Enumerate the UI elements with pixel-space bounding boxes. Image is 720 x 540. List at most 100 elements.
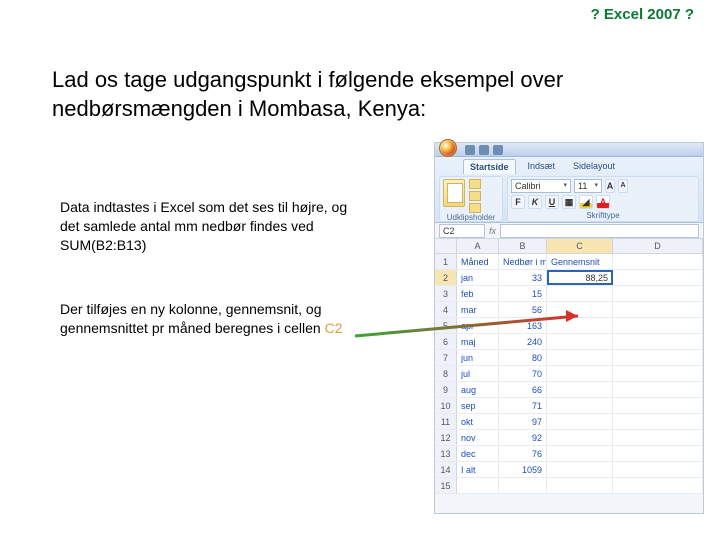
cell[interactable] [613, 334, 703, 349]
table-row[interactable]: 9 aug 66 [435, 382, 703, 398]
cell[interactable] [613, 430, 703, 445]
row-header[interactable]: 6 [435, 334, 457, 349]
cell[interactable]: jun [457, 350, 499, 365]
font-size-combo[interactable]: 11▾ [574, 179, 602, 193]
cell[interactable]: 1059 [499, 462, 547, 477]
row-header[interactable]: 4 [435, 302, 457, 317]
cell[interactable] [613, 478, 703, 493]
cell[interactable]: feb [457, 286, 499, 301]
cell[interactable] [613, 270, 703, 285]
row-header[interactable]: 7 [435, 350, 457, 365]
table-row[interactable]: 6 maj 240 [435, 334, 703, 350]
col-header-c[interactable]: C [547, 239, 613, 253]
cell[interactable] [547, 478, 613, 493]
row-header[interactable]: 3 [435, 286, 457, 301]
cell[interactable]: 240 [499, 334, 547, 349]
table-row[interactable]: 13 dec 76 [435, 446, 703, 462]
cell[interactable] [613, 254, 703, 269]
underline-button[interactable]: U [545, 195, 559, 209]
table-row[interactable]: 5 apr 163 [435, 318, 703, 334]
office-button[interactable] [439, 139, 457, 157]
table-row[interactable]: 11 okt 97 [435, 414, 703, 430]
table-row[interactable]: 14 I alt 1059 [435, 462, 703, 478]
cell[interactable] [547, 462, 613, 477]
cell[interactable] [547, 286, 613, 301]
cell[interactable] [547, 366, 613, 381]
table-row[interactable]: 15 [435, 478, 703, 494]
col-header-a[interactable]: A [457, 239, 499, 253]
cell[interactable] [499, 478, 547, 493]
table-row[interactable]: 2 jan 33 88,25 [435, 270, 703, 286]
cell[interactable]: 33 [499, 270, 547, 285]
cell[interactable]: 56 [499, 302, 547, 317]
row-header[interactable]: 1 [435, 254, 457, 269]
cell[interactable]: maj [457, 334, 499, 349]
qat-undo-icon[interactable] [479, 145, 489, 155]
table-row[interactable]: 1 Måned Nedbør i mm Gennemsnit [435, 254, 703, 270]
cell[interactable] [613, 286, 703, 301]
cell[interactable] [613, 350, 703, 365]
qat-redo-icon[interactable] [493, 145, 503, 155]
worksheet-grid[interactable]: A B C D 1 Måned Nedbør i mm Gennemsnit 2… [435, 239, 703, 494]
row-header[interactable]: 5 [435, 318, 457, 333]
cell[interactable]: Nedbør i mm [499, 254, 547, 269]
cell[interactable] [613, 318, 703, 333]
row-header[interactable]: 8 [435, 366, 457, 381]
row-header[interactable]: 11 [435, 414, 457, 429]
cell[interactable]: mar [457, 302, 499, 317]
grow-font-button[interactable]: A [605, 179, 615, 193]
cell[interactable]: okt [457, 414, 499, 429]
cell-c2-selected[interactable]: 88,25 [547, 270, 613, 285]
cell[interactable]: 71 [499, 398, 547, 413]
table-row[interactable]: 10 sep 71 [435, 398, 703, 414]
fill-color-button[interactable]: ◢ [579, 195, 593, 209]
cell[interactable] [457, 478, 499, 493]
col-header-b[interactable]: B [499, 239, 547, 253]
cell[interactable] [613, 366, 703, 381]
cell[interactable]: nov [457, 430, 499, 445]
paste-button[interactable] [443, 179, 465, 207]
cell[interactable]: aug [457, 382, 499, 397]
row-header[interactable]: 12 [435, 430, 457, 445]
cell[interactable]: apr [457, 318, 499, 333]
col-header-d[interactable]: D [613, 239, 703, 253]
cell[interactable] [547, 430, 613, 445]
format-painter-icon[interactable] [469, 203, 481, 213]
cut-icon[interactable] [469, 179, 481, 189]
row-header[interactable]: 15 [435, 478, 457, 493]
cell[interactable]: jul [457, 366, 499, 381]
cell[interactable]: 80 [499, 350, 547, 365]
cell[interactable] [547, 302, 613, 317]
cell[interactable]: 76 [499, 446, 547, 461]
cell[interactable] [613, 446, 703, 461]
table-row[interactable]: 7 jun 80 [435, 350, 703, 366]
cell[interactable]: 163 [499, 318, 547, 333]
cell[interactable]: Gennemsnit [547, 254, 613, 269]
italic-button[interactable]: K [528, 195, 542, 209]
table-row[interactable]: 12 nov 92 [435, 430, 703, 446]
cell[interactable]: dec [457, 446, 499, 461]
row-header[interactable]: 9 [435, 382, 457, 397]
tab-insert[interactable]: Indsæt [522, 159, 562, 174]
cell[interactable] [613, 382, 703, 397]
cell[interactable] [613, 398, 703, 413]
table-row[interactable]: 3 feb 15 [435, 286, 703, 302]
formula-input[interactable] [500, 224, 699, 238]
row-header[interactable]: 10 [435, 398, 457, 413]
tab-home[interactable]: Startside [463, 159, 516, 174]
table-row[interactable]: 4 mar 56 [435, 302, 703, 318]
cell[interactable] [547, 350, 613, 365]
row-header[interactable]: 14 [435, 462, 457, 477]
cell[interactable]: sep [457, 398, 499, 413]
bold-button[interactable]: F [511, 195, 525, 209]
row-header[interactable]: 13 [435, 446, 457, 461]
cell[interactable] [547, 334, 613, 349]
cell[interactable]: I alt [457, 462, 499, 477]
cell[interactable] [547, 398, 613, 413]
cell[interactable]: 66 [499, 382, 547, 397]
cell[interactable]: 15 [499, 286, 547, 301]
cell[interactable] [613, 462, 703, 477]
cell[interactable] [547, 382, 613, 397]
tab-layout[interactable]: Sidelayout [567, 159, 621, 174]
fx-icon[interactable]: fx [489, 226, 496, 236]
